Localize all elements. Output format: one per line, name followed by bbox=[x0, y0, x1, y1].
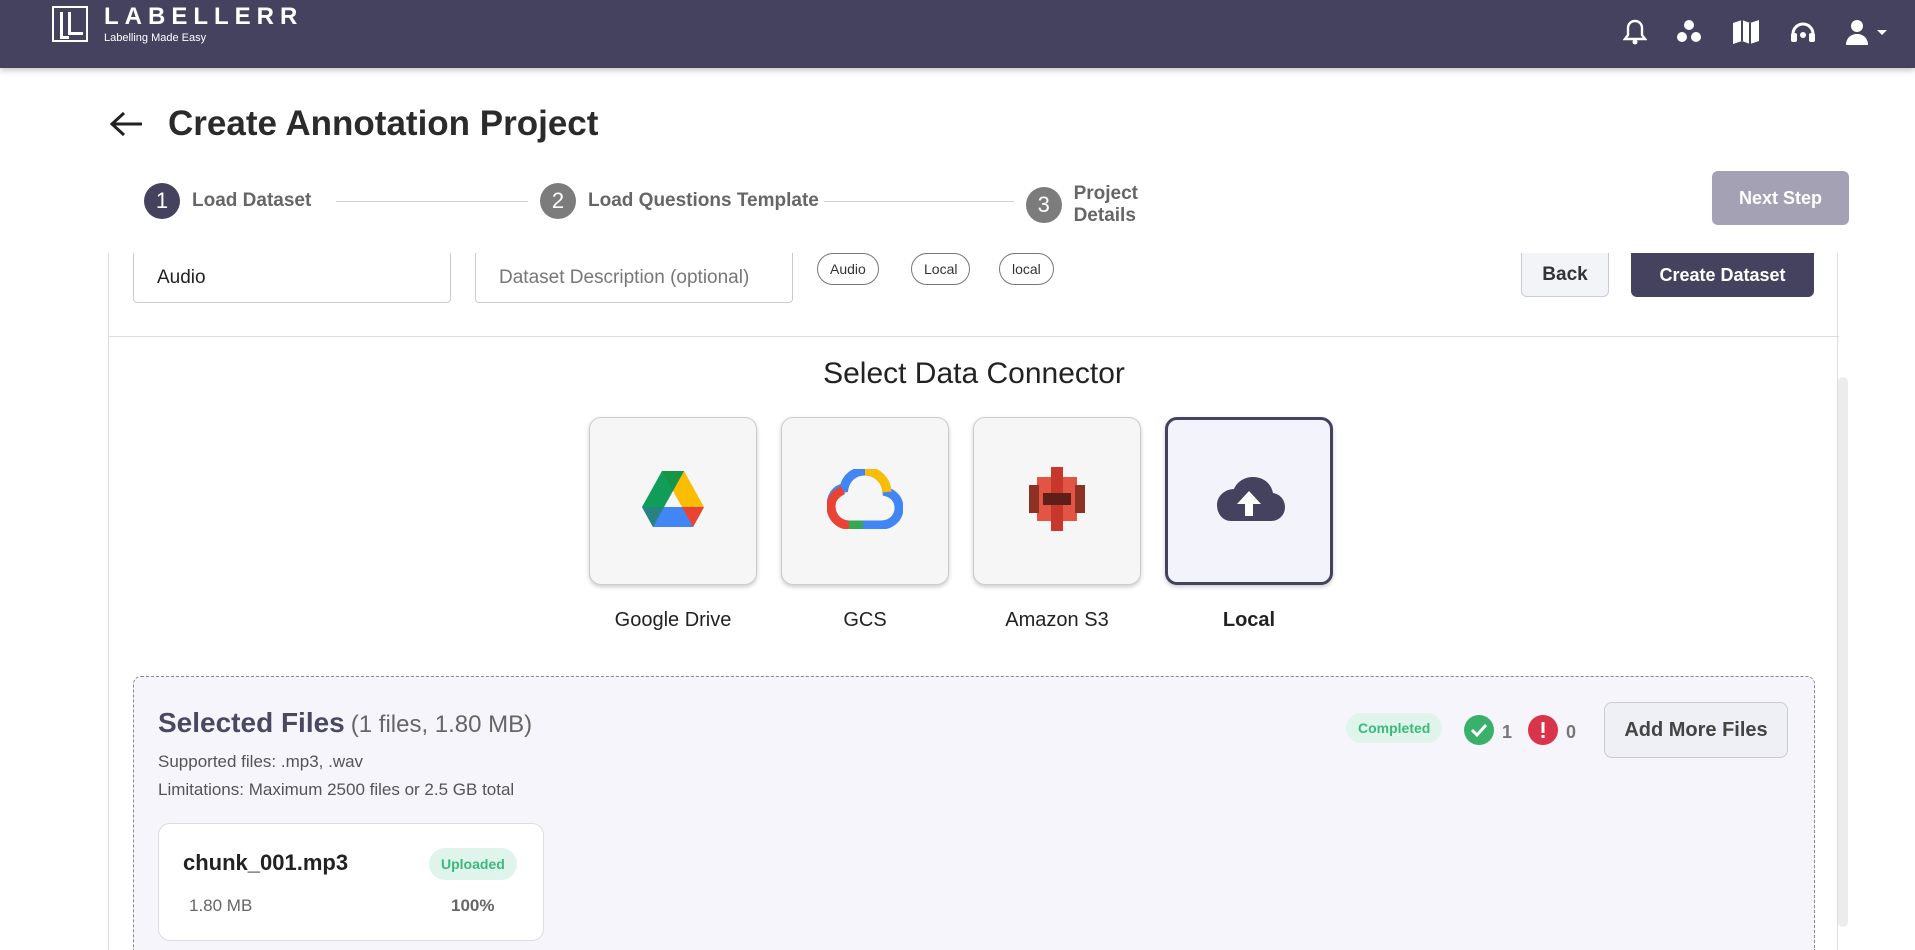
step-connector bbox=[824, 201, 1014, 202]
error-count-value: 0 bbox=[1566, 722, 1577, 742]
selected-files-heading: Selected Files (1 files, 1.80 MB) bbox=[158, 707, 532, 739]
step-label: Project Details bbox=[1073, 183, 1138, 226]
google-cloud-icon bbox=[826, 465, 904, 534]
step-label: Load Questions Template bbox=[588, 190, 819, 211]
book-icon[interactable] bbox=[1731, 18, 1761, 46]
team-icon[interactable] bbox=[1675, 18, 1703, 46]
amazon-s3-icon bbox=[1029, 466, 1085, 536]
support-icon[interactable] bbox=[1789, 18, 1817, 46]
success-count-value: 1 bbox=[1502, 722, 1513, 742]
error-circle-icon bbox=[1528, 715, 1558, 750]
limitations-text: Limitations: Maximum 2500 files or 2.5 G… bbox=[158, 780, 515, 799]
connector-label: Amazon S3 bbox=[1005, 609, 1109, 631]
step-number: 3 bbox=[1026, 187, 1062, 223]
file-progress: 100% bbox=[451, 896, 495, 915]
tag-chip[interactable]: Local bbox=[911, 253, 971, 285]
selected-files-area[interactable]: Selected Files (1 files, 1.80 MB) Support… bbox=[133, 676, 1815, 950]
file-card[interactable]: chunk_001.mp3 1.80 MB Uploaded 100% bbox=[158, 823, 544, 941]
selected-files-title: Selected Files bbox=[158, 707, 345, 738]
brand-tagline: Labelling Made Easy bbox=[104, 32, 207, 44]
dataset-description-field[interactable]: Dataset Description (optional) bbox=[475, 253, 793, 303]
google-drive-icon bbox=[642, 470, 704, 532]
dataset-info-row: Audio Dataset Description (optional) Aud… bbox=[109, 253, 1839, 337]
add-more-files-button[interactable]: Add More Files bbox=[1604, 702, 1788, 758]
top-navbar: LABELLERR Labelling Made Easy bbox=[0, 0, 1915, 68]
back-button[interactable]: Back bbox=[1521, 253, 1609, 297]
success-count: 1 bbox=[1464, 715, 1512, 750]
google-drive-card[interactable] bbox=[589, 417, 757, 585]
connector-label: Local bbox=[1222, 609, 1276, 631]
scrollbar[interactable] bbox=[1838, 377, 1848, 927]
file-size: 1.80 MB bbox=[189, 896, 253, 915]
connector-label: Google Drive bbox=[614, 609, 732, 631]
dataset-panel: Audio Dataset Description (optional) Aud… bbox=[108, 253, 1839, 950]
tag-chip[interactable]: Audio bbox=[817, 253, 879, 285]
step-load-dataset[interactable]: 1 Load Dataset bbox=[144, 183, 311, 219]
gcs-card[interactable] bbox=[781, 417, 949, 585]
stepper: 1 Load Dataset 2 Load Questions Template… bbox=[144, 183, 1204, 226]
file-name: chunk_001.mp3 bbox=[183, 850, 349, 875]
step-number: 1 bbox=[144, 183, 180, 219]
step-connector bbox=[336, 201, 528, 202]
create-dataset-button[interactable]: Create Dataset bbox=[1631, 253, 1814, 297]
step-project-details[interactable]: 3 Project Details bbox=[1026, 183, 1204, 227]
error-count: 0 bbox=[1528, 715, 1576, 750]
step-number: 2 bbox=[540, 183, 576, 219]
supported-files-text: Supported files: .mp3, .wav bbox=[158, 752, 364, 771]
brand-name: LABELLERR bbox=[104, 3, 304, 30]
tag-chip[interactable]: local bbox=[999, 253, 1054, 285]
logo-mark-icon bbox=[52, 6, 88, 42]
page-title: Create Annotation Project bbox=[168, 104, 599, 143]
cloud-upload-icon bbox=[1213, 475, 1285, 528]
step-label: Load Dataset bbox=[192, 190, 312, 211]
user-icon[interactable] bbox=[1845, 18, 1889, 46]
local-card[interactable] bbox=[1165, 417, 1333, 585]
amazon-s3-card[interactable] bbox=[973, 417, 1141, 585]
check-circle-icon bbox=[1464, 715, 1494, 750]
labellerr-logo[interactable]: LABELLERR Labelling Made Easy bbox=[52, 3, 304, 44]
selected-files-count: (1 files, 1.80 MB) bbox=[350, 711, 533, 738]
select-connector-title: Select Data Connector bbox=[823, 357, 1125, 390]
back-arrow-icon[interactable] bbox=[108, 109, 146, 139]
dataset-name-field[interactable]: Audio bbox=[133, 253, 451, 303]
bell-icon[interactable] bbox=[1622, 18, 1648, 46]
next-step-button[interactable]: Next Step bbox=[1712, 171, 1849, 225]
file-status-badge: Uploaded bbox=[429, 848, 517, 880]
step-load-questions-template[interactable]: 2 Load Questions Template bbox=[540, 183, 819, 219]
upload-status-badge: Completed bbox=[1346, 713, 1443, 743]
connector-label: GCS bbox=[843, 609, 887, 631]
